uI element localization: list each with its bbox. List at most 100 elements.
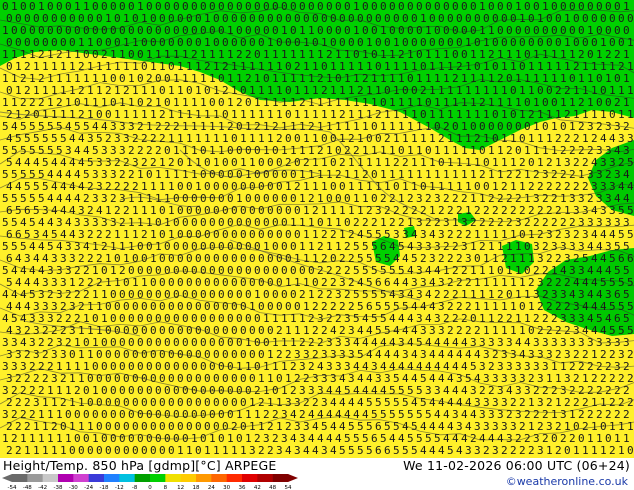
legend-swatch — [88, 474, 105, 482]
temperature-digit: 0 — [150, 444, 157, 457]
temperature-digit: 1 — [204, 444, 211, 457]
temperature-digit: 3 — [474, 444, 481, 457]
temperature-digit: 5 — [402, 444, 409, 457]
legend-tick-label: 24 — [208, 485, 215, 490]
temperature-digit: 5 — [339, 444, 346, 457]
temperature-digit: 0 — [105, 444, 112, 457]
legend-tick-label: -54 — [8, 485, 17, 490]
temperature-digit: 2 — [258, 444, 265, 457]
temperature-digit: 3 — [249, 444, 256, 457]
legend-swatch — [180, 474, 197, 482]
legend-tick-label: -8 — [132, 485, 138, 490]
temperature-digit: 1 — [240, 444, 247, 457]
legend-swatch — [196, 474, 212, 482]
temperature-digit: 0 — [159, 444, 166, 457]
legend-tick-label: 8 — [164, 485, 168, 490]
temperature-digit: 1 — [600, 444, 607, 457]
temperature-digit: 0 — [87, 444, 94, 457]
temperature-digit: 1 — [51, 444, 58, 457]
legend-tick-label: 48 — [269, 485, 276, 490]
map-valid-time: We 11-02-2026 06:00 UTC (06+24) — [403, 458, 630, 473]
temperature-digit: 1 — [222, 444, 229, 457]
legend-swatch — [58, 474, 74, 482]
temperature-digit: 1 — [177, 444, 184, 457]
legend-swatch — [165, 474, 181, 482]
legend-swatch — [73, 474, 89, 482]
legend-swatch — [27, 474, 43, 482]
temperature-digit: 0 — [141, 444, 148, 457]
temperature-digit: 1 — [33, 444, 40, 457]
temperature-digit: 5 — [366, 444, 373, 457]
temperature-digit: 6 — [375, 444, 382, 457]
temperature-digit: 5 — [447, 444, 454, 457]
weather-map: 0100100011000001000000000000000000000001… — [0, 0, 634, 458]
legend-tick-label: -24 — [84, 485, 93, 490]
temperature-digit: 5 — [357, 444, 364, 457]
legend-swatch — [119, 474, 135, 482]
legend-swatch — [42, 474, 59, 482]
temperature-digit: 2 — [6, 444, 13, 457]
temperature-digit: 0 — [627, 444, 634, 457]
temperature-digit: 1 — [546, 444, 553, 457]
legend-arrow-high — [288, 474, 298, 482]
temperature-digit: 4 — [285, 444, 292, 457]
legend-swatch — [134, 474, 151, 482]
temperature-digit: 3 — [294, 444, 301, 457]
credit-link[interactable]: ©weatheronline.co.uk — [506, 475, 628, 488]
temperature-digit: 4 — [330, 444, 337, 457]
temperature-digit: 1 — [24, 444, 31, 457]
legend-tick-label: 30 — [223, 485, 230, 490]
temperature-digit: 1 — [591, 444, 598, 457]
temperature-digit: 4 — [420, 444, 427, 457]
temperature-digit: 2 — [510, 444, 517, 457]
legend-arrow-low — [2, 474, 12, 482]
temperature-digit: 1 — [60, 444, 67, 457]
legend-tick-label: -12 — [115, 485, 124, 490]
legend-tick-label: 36 — [239, 485, 246, 490]
legend-swatch — [242, 474, 258, 482]
legend-swatch — [12, 474, 28, 482]
temperature-digit: 0 — [195, 444, 202, 457]
legend-tick-label: 42 — [254, 485, 261, 490]
temperature-digit: 0 — [114, 444, 121, 457]
temperature-digit: 0 — [132, 444, 139, 457]
legend-swatch — [272, 474, 289, 482]
temperature-digit: 2 — [267, 444, 274, 457]
temperature-digit: 0 — [168, 444, 175, 457]
temperature-digit: 3 — [492, 444, 499, 457]
temperature-digit: 1 — [213, 444, 220, 457]
temperature-digit: 1 — [573, 444, 580, 457]
temperature-digit: 0 — [564, 444, 571, 457]
temperature-digit: 5 — [393, 444, 400, 457]
temperature-digit: 0 — [69, 444, 76, 457]
legend-swatch — [257, 474, 273, 482]
temperature-digit: 1 — [618, 444, 625, 457]
temperature-digit: 2 — [15, 444, 22, 457]
temperature-digit: 3 — [321, 444, 328, 457]
temperature-digit: 3 — [465, 444, 472, 457]
temperature-digit: 3 — [276, 444, 283, 457]
temperature-digit: 4 — [438, 444, 445, 457]
legend-tick-label: -38 — [54, 485, 63, 490]
temperature-digit: 0 — [96, 444, 103, 457]
legend-swatch — [226, 474, 243, 482]
temperature-digit: 2 — [519, 444, 526, 457]
temperature-digit: 2 — [483, 444, 490, 457]
legend-tick-label: -42 — [38, 485, 47, 490]
legend-swatch — [104, 474, 120, 482]
legend-tick-label: -30 — [69, 485, 78, 490]
color-legend: -54 -48 -42 -38 -30 -24 -18 -12 -8 0 8 12 18 24 30 36 42… — [2, 474, 298, 490]
legend-tick-label: 0 — [148, 485, 152, 490]
temperature-digit: 2 — [555, 444, 562, 457]
temperature-digit: 2 — [609, 444, 616, 457]
map-footer: Height/Temp. 850 hPa [gdmp][°C] ARPEGE W… — [0, 458, 634, 490]
legend-swatch — [150, 474, 166, 482]
temperature-digit: 1 — [186, 444, 193, 457]
temperature-digit: 5 — [348, 444, 355, 457]
temperature-digit: 0 — [123, 444, 130, 457]
legend-tick-label: 54 — [285, 485, 292, 490]
map-title: Height/Temp. 850 hPa [gdmp][°C] ARPEGE — [3, 458, 276, 473]
legend-tick-label: -48 — [23, 485, 32, 490]
temperature-values: 0100100011000001000000000000000000000001… — [2, 0, 634, 457]
temperature-digit: 5 — [411, 444, 418, 457]
